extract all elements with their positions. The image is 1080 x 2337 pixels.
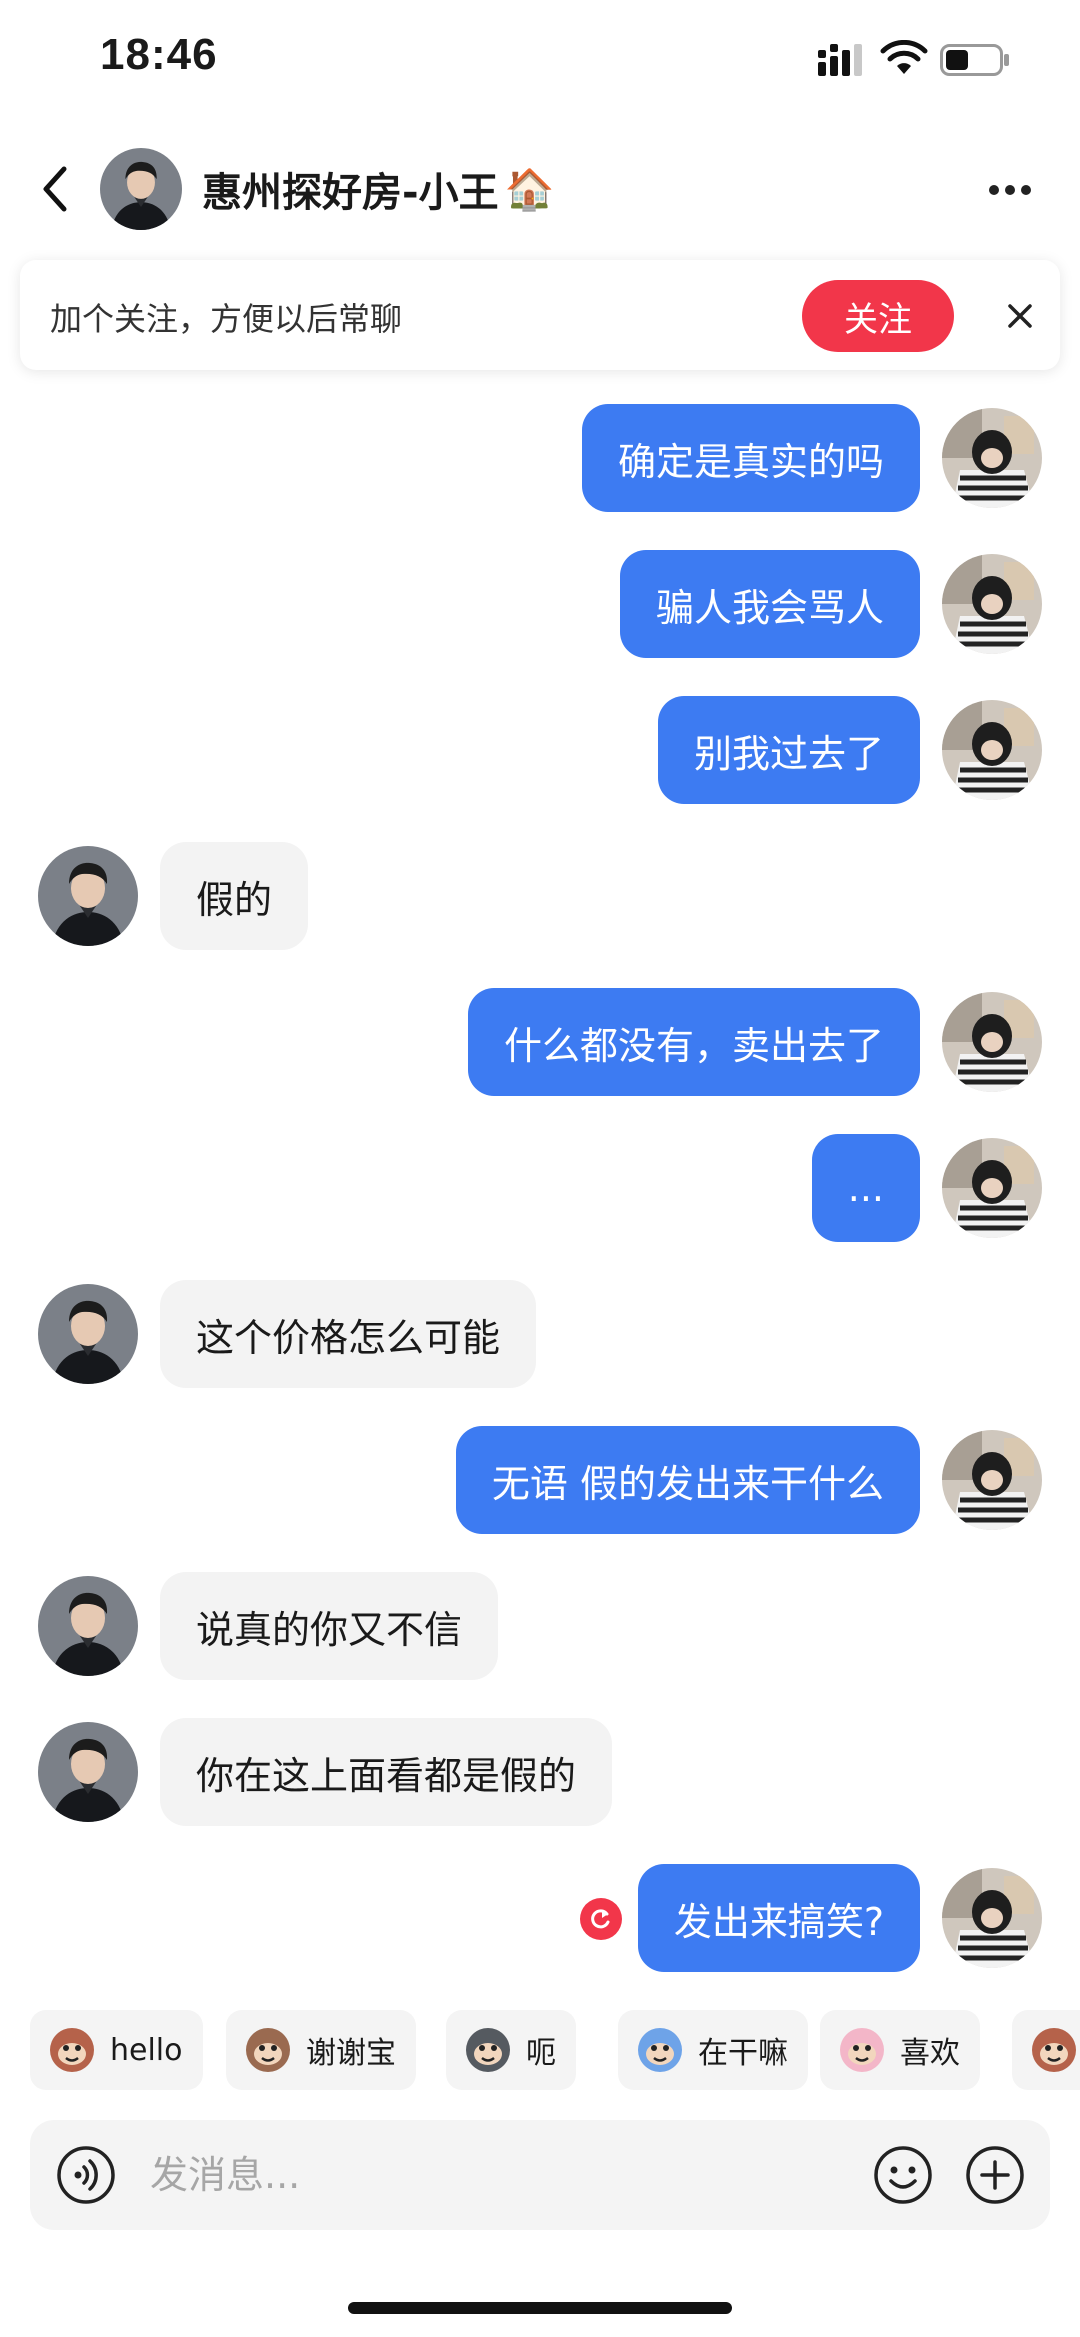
status-time: 18:46 [100,30,218,79]
more-dots-icon [989,185,1031,195]
message-bubble[interactable]: 别我过去了 [657,696,920,804]
cat-sticker-icon [466,2028,510,2072]
outgoing-message: 骗人我会骂人 [0,550,1080,660]
contact-avatar[interactable] [38,1284,138,1384]
my-avatar[interactable] [942,1430,1042,1530]
message-bubble[interactable]: 什么都没有，卖出去了 [467,988,920,1096]
fish-sticker-icon [638,2028,682,2072]
message-input-bar [30,2120,1050,2230]
quick-reply-chip[interactable]: 呃 [446,2010,576,2090]
message-bubble[interactable]: 假的 [160,842,309,950]
outgoing-message: 什么都没有，卖出去了 [0,988,1080,1098]
battery-icon [940,44,1009,76]
message-input[interactable] [150,2140,870,2210]
incoming-message: 假的 [0,842,1080,952]
message-list: 确定是真实的吗骗人我会骂人别我过去了假的什么都没有，卖出去了... 这个价格怎么可… [0,400,1080,1980]
person-avatar-icon [100,148,182,230]
message-bubble[interactable]: 这个价格怎么可能 [160,1280,537,1388]
outgoing-message: 无语 假的发出来干什么 [0,1426,1080,1536]
contact-avatar[interactable] [38,1576,138,1676]
home-indicator[interactable] [348,2302,732,2314]
quick-reply-bar: hello 谢谢宝 呃 在干嘛 喜欢 [0,2010,1080,2094]
message-bubble[interactable]: 你在这上面看都是假的 [160,1718,613,1826]
quick-reply-chip[interactable]: 在干嘛 [618,2010,808,2090]
incoming-message: 这个价格怎么可能 [0,1280,1080,1390]
quick-reply-label: 在干嘛 [698,2036,788,2071]
plus-icon[interactable] [964,2144,1026,2206]
outgoing-message: 别我过去了 [0,696,1080,806]
emoji-icon[interactable] [872,2144,934,2206]
voice-icon[interactable] [56,2145,116,2205]
back-button[interactable] [30,154,80,224]
monkey-cover-eyes-sticker-icon [1032,2028,1076,2072]
monkey-sticker-icon [50,2028,94,2072]
contact-avatar[interactable] [100,148,182,230]
chat-header: 惠州探好房-小王 🏠 [0,130,1080,250]
follow-banner: 加个关注，方便以后常聊 关注 [20,260,1060,370]
outgoing-message: ... [0,1134,1080,1244]
my-avatar[interactable] [942,408,1042,508]
contact-avatar[interactable] [38,1722,138,1822]
quick-reply-chip[interactable]: hello [30,2010,203,2090]
message-bubble[interactable]: 骗人我会骂人 [619,550,920,658]
incoming-message: 说真的你又不信 [0,1572,1080,1682]
chevron-left-icon [43,166,67,212]
contact-avatar[interactable] [38,846,138,946]
monkey-flower-sticker-icon [246,2028,290,2072]
outgoing-message: 发出来搞笑? [0,1864,1080,1974]
quick-reply-label: 谢谢宝 [306,2036,396,2071]
pig-sticker-icon [840,2028,884,2072]
resend-failed-icon[interactable] [579,1898,622,1940]
message-bubble[interactable]: 确定是真实的吗 [581,404,920,512]
quick-reply-chip[interactable]: 喜欢 [820,2010,980,2090]
close-banner-button[interactable] [990,286,1050,346]
status-bar: 18:46 [0,0,1080,120]
more-button[interactable] [980,160,1040,220]
message-bubble[interactable]: ... [811,1134,920,1242]
my-avatar[interactable] [942,992,1042,1092]
follow-banner-text: 加个关注，方便以后常聊 [50,300,403,338]
outgoing-message: 确定是真实的吗 [0,404,1080,514]
house-emoji-icon: 🏠 [504,166,555,213]
quick-reply-label: 喜欢 [900,2036,960,2071]
quick-reply-label: 呃 [526,2036,556,2071]
message-bubble[interactable]: 说真的你又不信 [160,1572,499,1680]
follow-button[interactable]: 关注 [802,280,954,352]
message-bubble[interactable]: 无语 假的发出来干什么 [455,1426,920,1534]
message-bubble[interactable]: 发出来搞笑? [637,1864,920,1972]
my-avatar[interactable] [942,700,1042,800]
close-icon [1008,304,1032,328]
quick-reply-chip[interactable]: 谢谢宝 [226,2010,416,2090]
incoming-message: 你在这上面看都是假的 [0,1718,1080,1828]
quick-reply-chip[interactable] [1012,2010,1080,2090]
contact-name: 惠州探好房-小王 🏠 [202,160,554,218]
signal-icon [818,44,862,76]
wifi-icon [880,40,928,74]
my-avatar[interactable] [942,1138,1042,1238]
my-avatar[interactable] [942,554,1042,654]
my-avatar[interactable] [942,1868,1042,1968]
contact-name-text: 惠州探好房-小王 [202,170,499,216]
quick-reply-label: hello [110,2032,183,2068]
